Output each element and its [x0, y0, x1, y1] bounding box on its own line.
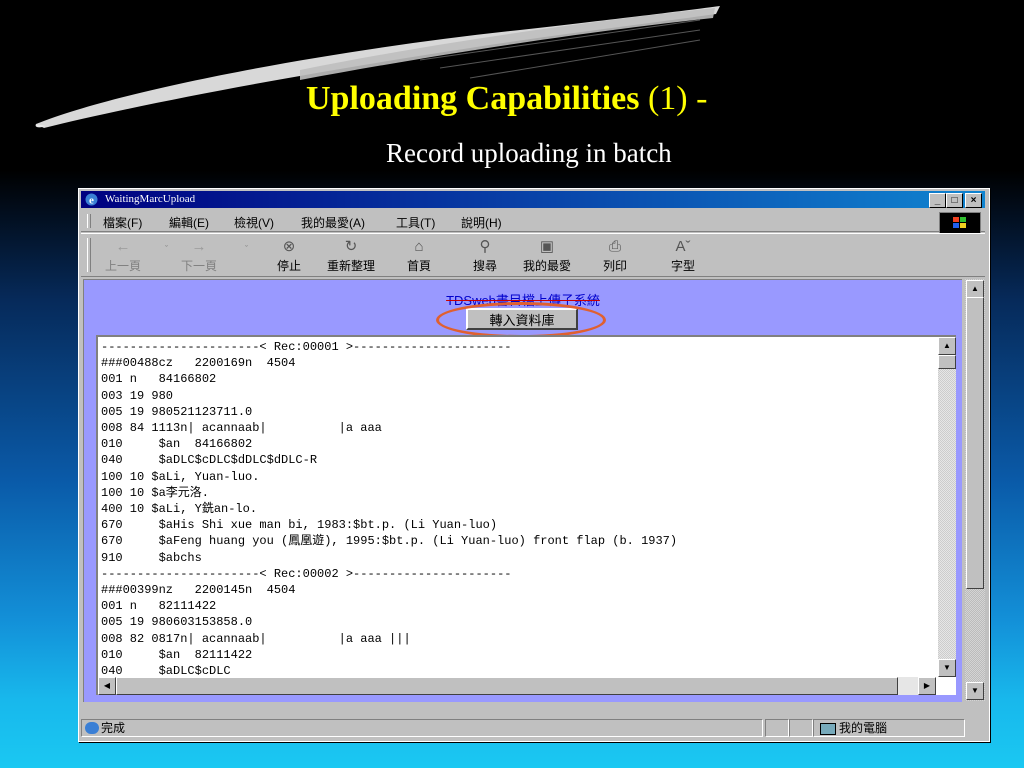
menu-help[interactable]: 說明(H): [461, 214, 502, 231]
refresh-label: 重新整理: [326, 259, 375, 273]
maximize-button[interactable]: □: [946, 193, 963, 208]
window-title: WaitingMarcUpload: [105, 193, 196, 205]
stop-icon: ⊗: [282, 238, 296, 255]
ie-logo-icon: e: [85, 193, 98, 207]
stop-label: 停止: [276, 259, 301, 273]
record-line: 003 19 980: [101, 388, 174, 403]
page-vertical-thumb[interactable]: [966, 297, 984, 589]
close-button[interactable]: ×: [965, 193, 982, 208]
status-text: 完成: [101, 721, 126, 735]
status-bar: 完成 我的電腦: [81, 719, 985, 737]
refresh-icon: ↻: [344, 238, 358, 255]
textarea-horizontal-scrollbar[interactable]: ◀ ▶: [98, 677, 936, 695]
window-titlebar[interactable]: e WaitingMarcUpload _ □ ×: [81, 191, 985, 208]
favorites-button[interactable]: ▣ 我的最愛: [517, 237, 577, 274]
search-button[interactable]: ⚲ 搜尋: [465, 237, 505, 274]
home-button[interactable]: ⌂ 首頁: [399, 237, 439, 274]
windows-logo-icon: [939, 212, 981, 234]
record-line: 670 $aHis Shi xue man bi, 1983:$bt.p. (L…: [101, 518, 498, 533]
marc-records-textarea[interactable]: ----------------------< Rec:00001 >-----…: [96, 335, 956, 695]
slide-title-bold: Uploading Capabilities: [306, 80, 640, 117]
status-zone-cell: 我的電腦: [813, 719, 965, 737]
print-button[interactable]: ⎙ 列印: [595, 237, 635, 274]
record-line: 100 10 $aLi, Yuan-luo.: [101, 469, 260, 484]
menu-bar: 檔案(F) 編輯(E) 檢視(V) 我的最愛(A) 工具(T) 說明(H): [81, 211, 985, 234]
record-line: 400 10 $aLi, Y銑an-lo.: [101, 502, 258, 517]
page-done-icon: [85, 722, 99, 734]
menu-file[interactable]: 檔案(F): [103, 214, 142, 231]
favorites-icon: ▣: [539, 238, 555, 255]
page-content: TDSweb書目檔上傳子系統 轉入資料庫 -------------------…: [83, 279, 962, 702]
search-icon: ⚲: [479, 238, 491, 255]
print-icon: ⎙: [608, 238, 621, 255]
highlight-circle: [436, 302, 606, 338]
record-line: 005 19 980521123711.0: [101, 404, 253, 419]
slide-title-rest: (1) -: [639, 80, 708, 117]
textarea-scroll-up-button[interactable]: ▲: [938, 337, 956, 355]
record-line: 010 $an 82111422: [101, 647, 253, 662]
back-label: 上一頁: [104, 259, 141, 273]
menu-tools[interactable]: 工具(T): [396, 214, 435, 231]
back-dropdown-icon[interactable]: ˇ: [165, 244, 168, 254]
page-scroll-down-button[interactable]: ▼: [966, 682, 984, 700]
svg-text:e: e: [89, 195, 94, 207]
menu-edit[interactable]: 編輯(E): [169, 214, 209, 231]
slide-subtitle: Record uploading in batch: [386, 138, 672, 168]
textarea-vertical-scrollbar[interactable]: ▲ ▼: [938, 337, 956, 677]
forward-dropdown-icon[interactable]: ˇ: [245, 244, 248, 254]
record-line: 040 $aDLC$cDLC$dDLC$dDLC-R: [101, 453, 318, 468]
print-label: 列印: [602, 259, 627, 273]
back-arrow-icon: ←: [115, 238, 131, 255]
slide-title: Uploading Capabilities (1) -: [306, 80, 707, 118]
marc-records-text: ----------------------< Rec:00001 >-----…: [101, 339, 936, 679]
textarea-scroll-left-button[interactable]: ◀: [98, 677, 116, 695]
record-line: 100 10 $a李元洛.: [101, 485, 210, 500]
stop-button[interactable]: ⊗ 停止: [267, 237, 311, 274]
textarea-scroll-right-button[interactable]: ▶: [918, 677, 936, 695]
font-button[interactable]: Aˇ 字型: [663, 237, 703, 274]
record-line: 005 19 980603153858.0: [101, 615, 253, 630]
textarea-vertical-thumb[interactable]: [938, 355, 956, 369]
record-line: 910 $abchs: [101, 550, 202, 565]
record-line: ###00488cz 2200169n 4504: [101, 356, 296, 371]
home-label: 首頁: [406, 259, 431, 273]
record-line: 008 84 1113n| acannaab| |a aaa: [101, 421, 382, 436]
forward-label: 下一頁: [180, 259, 217, 273]
status-zone: 我的電腦: [839, 721, 888, 735]
browser-window: e WaitingMarcUpload _ □ × 檔案(F) 編輯(E) 檢視…: [78, 188, 990, 742]
menubar-grip: [87, 214, 91, 228]
forward-button[interactable]: → 下一頁: [177, 237, 221, 274]
toolbar: ← 上一頁 ˇ → 下一頁 ˇ ⊗ 停止 ↻ 重新整理 ⌂ 首頁 ⚲ 搜尋 ▣ 我的最愛 ⎙ 列…: [81, 233, 985, 277]
page-scroll-up-button[interactable]: ▲: [966, 280, 984, 298]
favorites-label: 我的最愛: [522, 259, 571, 273]
status-cell-2: [765, 719, 789, 737]
font-icon: Aˇ: [675, 238, 691, 255]
minimize-button[interactable]: _: [929, 193, 946, 208]
textarea-scroll-down-button[interactable]: ▼: [938, 659, 956, 677]
record-line: ----------------------< Rec:00001 >-----…: [101, 340, 512, 354]
status-cell-3: [789, 719, 813, 737]
textarea-horizontal-thumb[interactable]: [116, 677, 898, 695]
back-button[interactable]: ← 上一頁: [101, 237, 145, 274]
record-line: ###00399nz 2200145n 4504: [101, 583, 296, 598]
record-line: 008 82 0817n| acannaab| |a aaa |||: [101, 631, 411, 646]
toolbar-grip: [87, 238, 91, 272]
record-line: 001 n 84166802: [101, 372, 217, 387]
menu-view[interactable]: 檢視(V): [234, 214, 274, 231]
page-vertical-scrollbar[interactable]: ▲ ▼: [965, 279, 985, 701]
refresh-button[interactable]: ↻ 重新整理: [321, 237, 381, 274]
record-line: ----------------------< Rec:00002 >-----…: [101, 566, 512, 581]
record-line: 001 n 82111422: [101, 599, 217, 614]
font-label: 字型: [670, 259, 695, 273]
computer-icon: [820, 723, 836, 735]
home-icon: ⌂: [414, 238, 424, 255]
menu-favorites[interactable]: 我的最愛(A): [301, 214, 365, 231]
forward-arrow-icon: →: [191, 238, 207, 255]
search-label: 搜尋: [472, 259, 497, 273]
record-line: 670 $aFeng huang you (鳳凰遊), 1995:$bt.p. …: [101, 534, 678, 549]
record-line: 010 $an 84166802: [101, 437, 253, 452]
status-text-cell: 完成: [81, 719, 763, 737]
